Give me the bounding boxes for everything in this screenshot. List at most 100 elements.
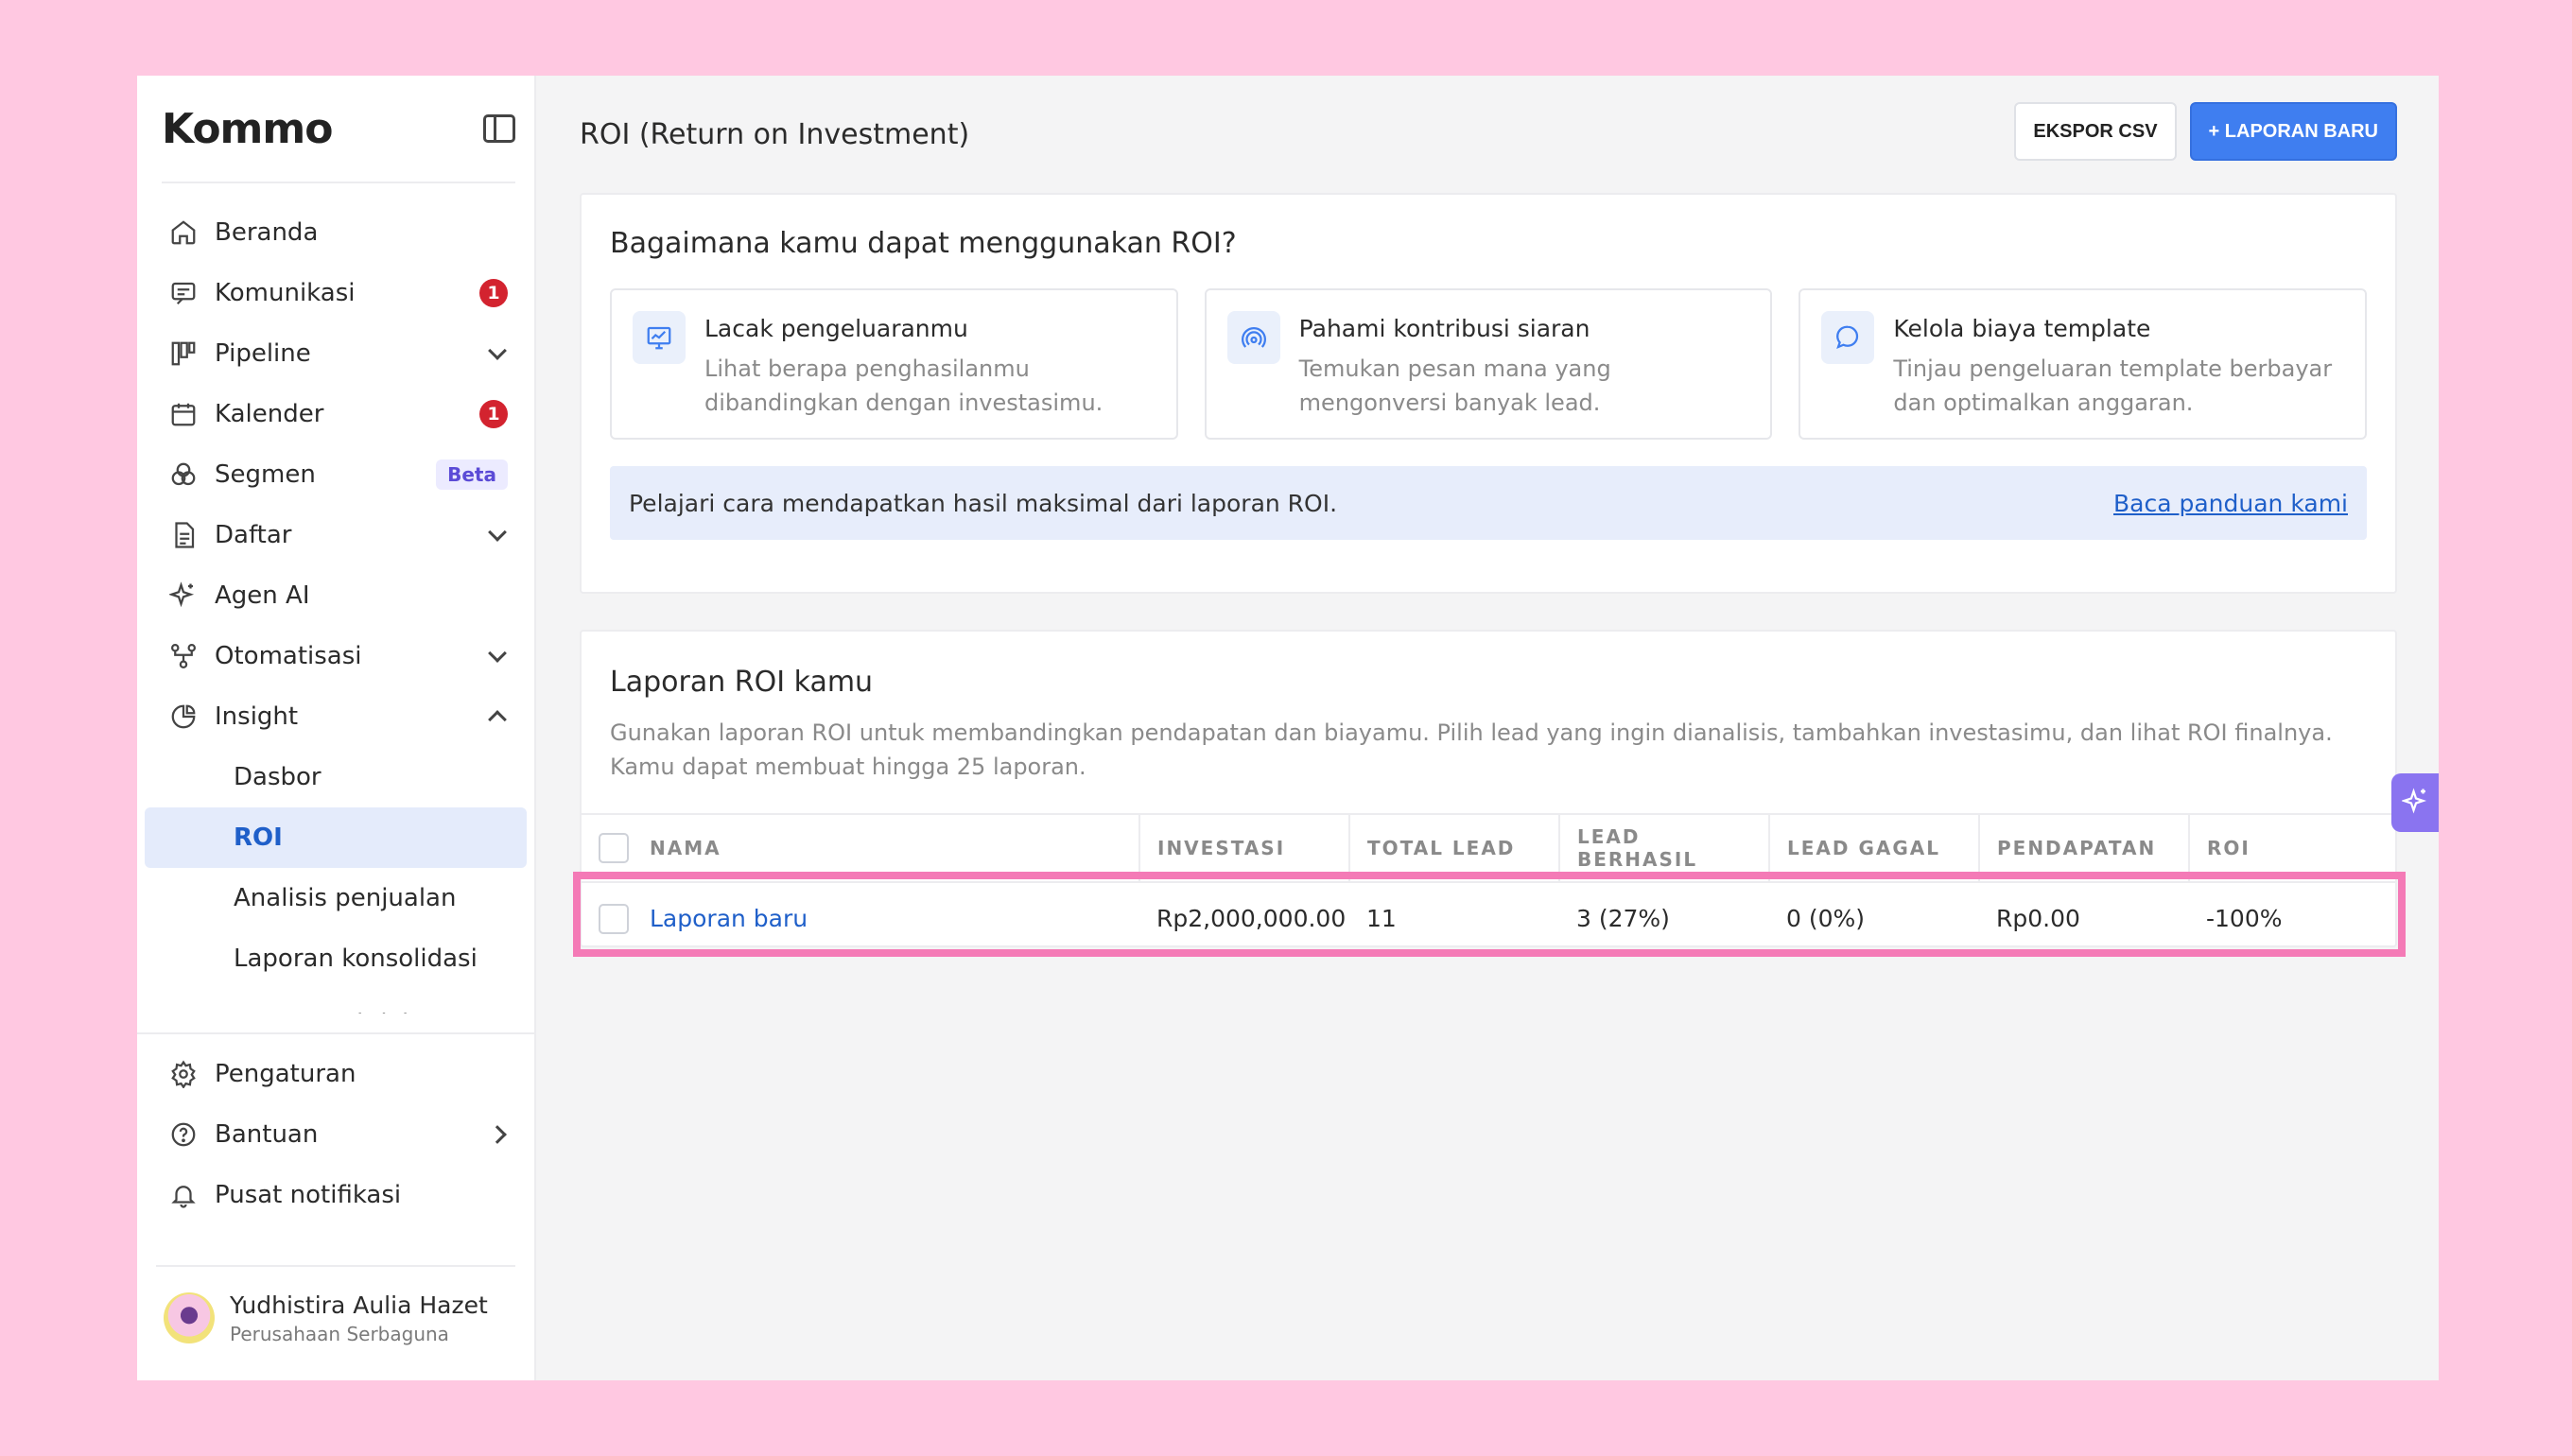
list-icon — [167, 519, 200, 551]
sidebar-item-otomatisasi[interactable]: Otomatisasi — [137, 626, 534, 686]
export-csv-button[interactable]: EKSPOR CSV — [2014, 102, 2177, 161]
column-header-lost-lead[interactable]: LEAD GAGAL — [1768, 813, 1979, 883]
guide-banner: Pelajari cara mendapatkan hasil maksimal… — [610, 466, 2367, 540]
cell-name: Laporan baru — [582, 882, 1139, 954]
chevron-down-icon[interactable] — [488, 341, 507, 360]
tip-description: Tinjau pengeluaran template berbayar dan… — [1893, 355, 2333, 416]
sidebar-item-insight[interactable]: Insight — [137, 686, 534, 747]
sidebar-item-label: Komunikasi — [215, 279, 356, 307]
cell-won-lead: 3 (27%) — [1576, 905, 1670, 932]
tip-title: Kelola biaya template — [1893, 315, 2151, 342]
roi-reports-card: Laporan ROI kamu Gunakan laporan ROI unt… — [580, 630, 2397, 947]
sidebar-item-pengaturan[interactable]: Pengaturan — [137, 1044, 534, 1104]
sidebar-item-label: Pipeline — [215, 339, 311, 368]
sidebar-item-pusat-notifikasi[interactable]: Pusat notifikasi — [137, 1165, 534, 1225]
sidebar-item-pipeline[interactable]: Pipeline — [137, 323, 534, 384]
tip-title: Pahami kontribusi siaran — [1298, 315, 1590, 342]
cell-lost-lead: 0 (0%) — [1786, 905, 1866, 932]
tip-card: Kelola biaya template Tinjau pengeluaran… — [1799, 288, 2368, 440]
automation-icon — [167, 640, 200, 672]
table-row[interactable]: Laporan baru Rp2,000,000.00 11 3 (27%) 0… — [582, 882, 2395, 954]
nav-overflow: Laporan aktivitas — [137, 989, 534, 1014]
kommo-logo: Kommo — [162, 104, 333, 153]
calendar-icon — [167, 398, 200, 430]
sidebar-toggle-icon[interactable] — [483, 114, 515, 143]
reports-title: Laporan ROI kamu — [610, 666, 874, 699]
cell-revenue: Rp0.00 — [1996, 905, 2080, 932]
sidebar: Kommo Beranda Komunikasi 1 Pipeline Kale… — [137, 76, 536, 1380]
tip-title: Lacak pengeluaranmu — [704, 315, 968, 342]
app-window: Kommo Beranda Komunikasi 1 Pipeline Kale… — [137, 76, 2439, 1380]
column-header-won-lead[interactable]: LEAD BERHASIL — [1558, 813, 1769, 883]
sidebar-item-label: Pusat notifikasi — [215, 1181, 402, 1209]
tip-description: Lihat berapa penghasilanmu dibandingkan … — [704, 355, 1104, 416]
sidebar-subitem-roi[interactable]: ROI — [145, 807, 527, 868]
column-header-roi[interactable]: ROI — [2188, 813, 2395, 883]
tip-description: Temukan pesan mana yang mengonversi bany… — [1298, 355, 1611, 416]
cell-total-lead: 11 — [1366, 905, 1397, 932]
sidebar-item-label: Kalender — [215, 400, 324, 428]
sidebar-item-label: Insight — [215, 702, 299, 731]
sidebar-item-kalender[interactable]: Kalender 1 — [137, 384, 534, 444]
chat-icon — [167, 277, 200, 309]
column-header-investment[interactable]: INVESTASI — [1138, 813, 1349, 883]
sidebar-item-label: Pengaturan — [215, 1060, 356, 1088]
broadcast-icon — [1226, 311, 1280, 364]
sidebar-item-label: Daftar — [215, 521, 292, 549]
page-header: ROI (Return on Investment) EKSPOR CSV + … — [580, 76, 2397, 193]
column-header-revenue[interactable]: PENDAPATAN — [1978, 813, 2189, 883]
sidebar-subitem-laporan-konsolidasi[interactable]: Laporan konsolidasi — [137, 928, 534, 989]
column-header-total-lead[interactable]: TOTAL LEAD — [1348, 813, 1559, 883]
sparkle-icon — [167, 580, 200, 612]
read-guide-link[interactable]: Baca panduan kami — [2113, 490, 2348, 517]
gear-icon — [167, 1058, 200, 1090]
home-icon — [167, 217, 200, 249]
user-profile[interactable]: Yudhistira Aulia Hazet Perusahaan Serbag… — [156, 1265, 515, 1369]
sidebar-item-label: Bantuan — [215, 1120, 319, 1149]
tip-card: Lacak pengeluaranmu Lihat berapa penghas… — [610, 288, 1178, 440]
reports-header: Laporan ROI kamu Gunakan laporan ROI unt… — [582, 632, 2395, 813]
main-nav: Beranda Komunikasi 1 Pipeline Kalender 1… — [137, 183, 534, 1014]
bell-icon — [167, 1179, 200, 1211]
user-company: Perusahaan Serbaguna — [230, 1322, 449, 1345]
sidebar-footer-nav: Pengaturan Bantuan Pusat notifikasi — [137, 1032, 534, 1225]
sidebar-item-label: Agen AI — [215, 581, 310, 610]
page-title: ROI (Return on Investment) — [580, 117, 970, 151]
chevron-up-icon[interactable] — [488, 710, 507, 729]
report-link[interactable]: Laporan baru — [650, 905, 808, 932]
table-header-row: NAMA INVESTASI TOTAL LEAD LEAD BERHASIL … — [582, 813, 2395, 883]
sidebar-item-daftar[interactable]: Daftar — [137, 505, 534, 565]
ai-assistant-button[interactable] — [2391, 773, 2439, 832]
sidebar-subitem-dasbor[interactable]: Dasbor — [137, 747, 534, 807]
sidebar-item-label: Otomatisasi — [215, 642, 362, 670]
sparkle-icon — [2400, 787, 2430, 819]
sidebar-subitem-laporan-aktivitas[interactable]: Laporan aktivitas — [137, 989, 534, 1014]
reports-description: Gunakan laporan ROI untuk membandingkan … — [610, 719, 2333, 780]
sidebar-item-agen-ai[interactable]: Agen AI — [137, 565, 534, 626]
row-checkbox[interactable] — [599, 903, 629, 934]
info-card-title: Bagaimana kamu dapat menggunakan ROI? — [610, 227, 1237, 260]
sidebar-item-komunikasi[interactable]: Komunikasi 1 — [137, 263, 534, 323]
sidebar-header: Kommo — [162, 76, 515, 183]
sidebar-subitem-analisis-penjualan[interactable]: Analisis penjualan — [137, 868, 534, 928]
select-all-checkbox[interactable] — [599, 833, 629, 863]
sidebar-item-segmen[interactable]: Segmen Beta — [137, 444, 534, 505]
tips-row: Lacak pengeluaranmu Lihat berapa penghas… — [610, 288, 2368, 440]
chevron-down-icon[interactable] — [488, 644, 507, 663]
new-report-button[interactable]: + LAPORAN BARU — [2189, 102, 2397, 161]
monitor-chart-icon — [633, 311, 686, 364]
user-name: Yudhistira Aulia Hazet — [230, 1291, 488, 1319]
column-header-name[interactable]: NAMA — [582, 813, 1139, 883]
sidebar-item-bantuan[interactable]: Bantuan — [137, 1104, 534, 1165]
main-content: ROI (Return on Investment) EKSPOR CSV + … — [536, 76, 2439, 1380]
tip-card: Pahami kontribusi siaran Temukan pesan m… — [1204, 288, 1773, 440]
cell-investment: Rp2,000,000.00 — [1156, 905, 1347, 932]
reports-table: NAMA INVESTASI TOTAL LEAD LEAD BERHASIL … — [582, 813, 2395, 954]
unread-badge: 1 — [479, 279, 508, 307]
chevron-right-icon[interactable] — [488, 1125, 507, 1144]
chevron-down-icon[interactable] — [488, 523, 507, 542]
pie-chart-icon — [167, 701, 200, 733]
column-label: NAMA — [650, 837, 721, 859]
sidebar-item-beranda[interactable]: Beranda — [137, 202, 534, 263]
header-actions: EKSPOR CSV + LAPORAN BARU — [2014, 102, 2397, 161]
